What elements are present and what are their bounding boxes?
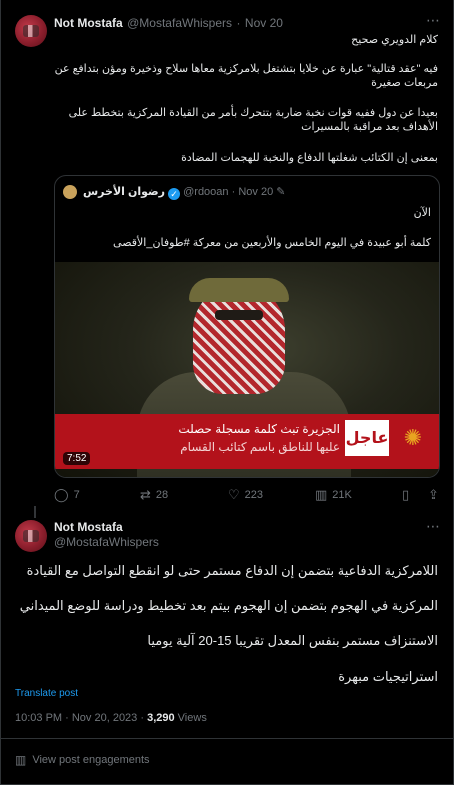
speaker-head (189, 278, 289, 394)
bookmark-icon: ▯ (402, 487, 410, 502)
views-count: 21K (332, 489, 352, 501)
video-player[interactable]: ✺ عاجل الجزيرة تبث كلمة مسجلة حصلت عليها… (55, 262, 439, 477)
video-duration: 7:52 (63, 452, 91, 465)
post-text-line: استراتيجيات مبهرة (338, 669, 438, 684)
post-text-line: كلام الدويري صحيح (351, 34, 438, 46)
author-name[interactable]: Not Mostafa (54, 16, 123, 30)
like-icon: ♡ (228, 487, 240, 502)
bookmark-button[interactable]: ▯ (402, 487, 409, 503)
verified-icon: ✓ (168, 188, 181, 200)
speaker-eyes (215, 310, 263, 320)
quote-author-name: رضوان الأخرس (83, 186, 165, 198)
engagements-label: View post engagements (32, 754, 150, 766)
separator: · (236, 16, 241, 30)
reply-button[interactable]: ◯ 7 (54, 487, 80, 503)
post-text-line: بعيدا عن دول ففيه قوات نخبة ضاربة بتتحرك… (68, 107, 438, 133)
post-text-line: بمعنى إن الكتائب شغلتها الدفاع والنخبة ل… (181, 152, 438, 164)
post-timestamp[interactable]: 10:03 PM · Nov 20, 2023 · (15, 712, 144, 724)
views-total: 3,290 (147, 712, 175, 724)
banner-text-line: الجزيرة تبث كلمة مسجلة حصلت (178, 422, 340, 436)
thread-connector (34, 506, 36, 518)
share-icon: ⇪ (428, 487, 439, 502)
quote-avatar (63, 185, 77, 199)
quote-header: رضوان الأخرس ✓ @rdooan · Nov 20 ✎ (83, 185, 285, 200)
divider (0, 738, 454, 739)
post-text-line: الاستنزاف مستمر بنفس المعدل تقريبا 15-20… (147, 633, 438, 648)
post-text-line: فيه "عقد قتالية" عبارة عن خلايا بتشتغل ب… (54, 63, 438, 89)
views-label: Views (177, 712, 207, 724)
left-border (0, 0, 1, 785)
repost-icon: ⇄ (140, 487, 151, 502)
post-date[interactable]: Nov 20 (245, 16, 283, 30)
author-name[interactable]: Not Mostafa (54, 520, 123, 534)
reply-icon: ◯ (54, 487, 69, 502)
pencil-icon: ✎ (276, 186, 286, 198)
post-text-line: المركزية في الهجوم بتضمن إن الهجوم بيتم … (19, 598, 438, 613)
quote-text-line: كلمة أبو عبيدة في اليوم الخامس والأربعين… (113, 237, 431, 249)
like-count: 223 (244, 489, 264, 501)
post-text-line: اللامركزية الدفاعية بتضمن إن الدفاع مستم… (26, 563, 438, 578)
like-button[interactable]: ♡ 223 (228, 487, 263, 503)
quoted-post[interactable]: رضوان الأخرس ✓ @rdooan · Nov 20 ✎ الآن ك… (54, 175, 440, 478)
share-button[interactable]: ⇪ (428, 487, 439, 503)
engagements-button[interactable]: ▥ View post engagements (15, 753, 150, 767)
separator: · (231, 186, 236, 198)
translate-link[interactable]: Translate post (15, 688, 78, 699)
avatar[interactable] (15, 15, 47, 47)
views-icon: ▥ (315, 487, 328, 502)
repost-button[interactable]: ⇄ 28 (140, 487, 168, 503)
engagements-icon: ▥ (15, 753, 27, 767)
quote-date: Nov 20 (238, 186, 274, 198)
breaking-tag: عاجل (345, 420, 389, 456)
more-icon[interactable]: ⋯ (426, 518, 440, 535)
channel-logo-icon: ✺ (403, 425, 423, 450)
views-button[interactable]: ▥ 21K (315, 487, 352, 503)
post-header: Not Mostafa @MostafaWhispers · Nov 20 (54, 14, 283, 32)
author-handle[interactable]: @MostafaWhispers (127, 16, 232, 30)
more-icon[interactable]: ⋯ (426, 12, 440, 29)
quote-text-line: الآن (413, 207, 431, 219)
post-meta: 10:03 PM · Nov 20, 2023 · 3,290 Views (15, 712, 207, 724)
reply-count: 7 (73, 489, 80, 501)
author-handle[interactable]: @MostafaWhispers (54, 535, 159, 549)
quote-handle: @rdooan (183, 186, 229, 198)
repost-count: 28 (155, 489, 169, 501)
banner-text-line: عليها للناطق باسم كتائب القسام (180, 440, 340, 454)
avatar[interactable] (15, 520, 47, 552)
